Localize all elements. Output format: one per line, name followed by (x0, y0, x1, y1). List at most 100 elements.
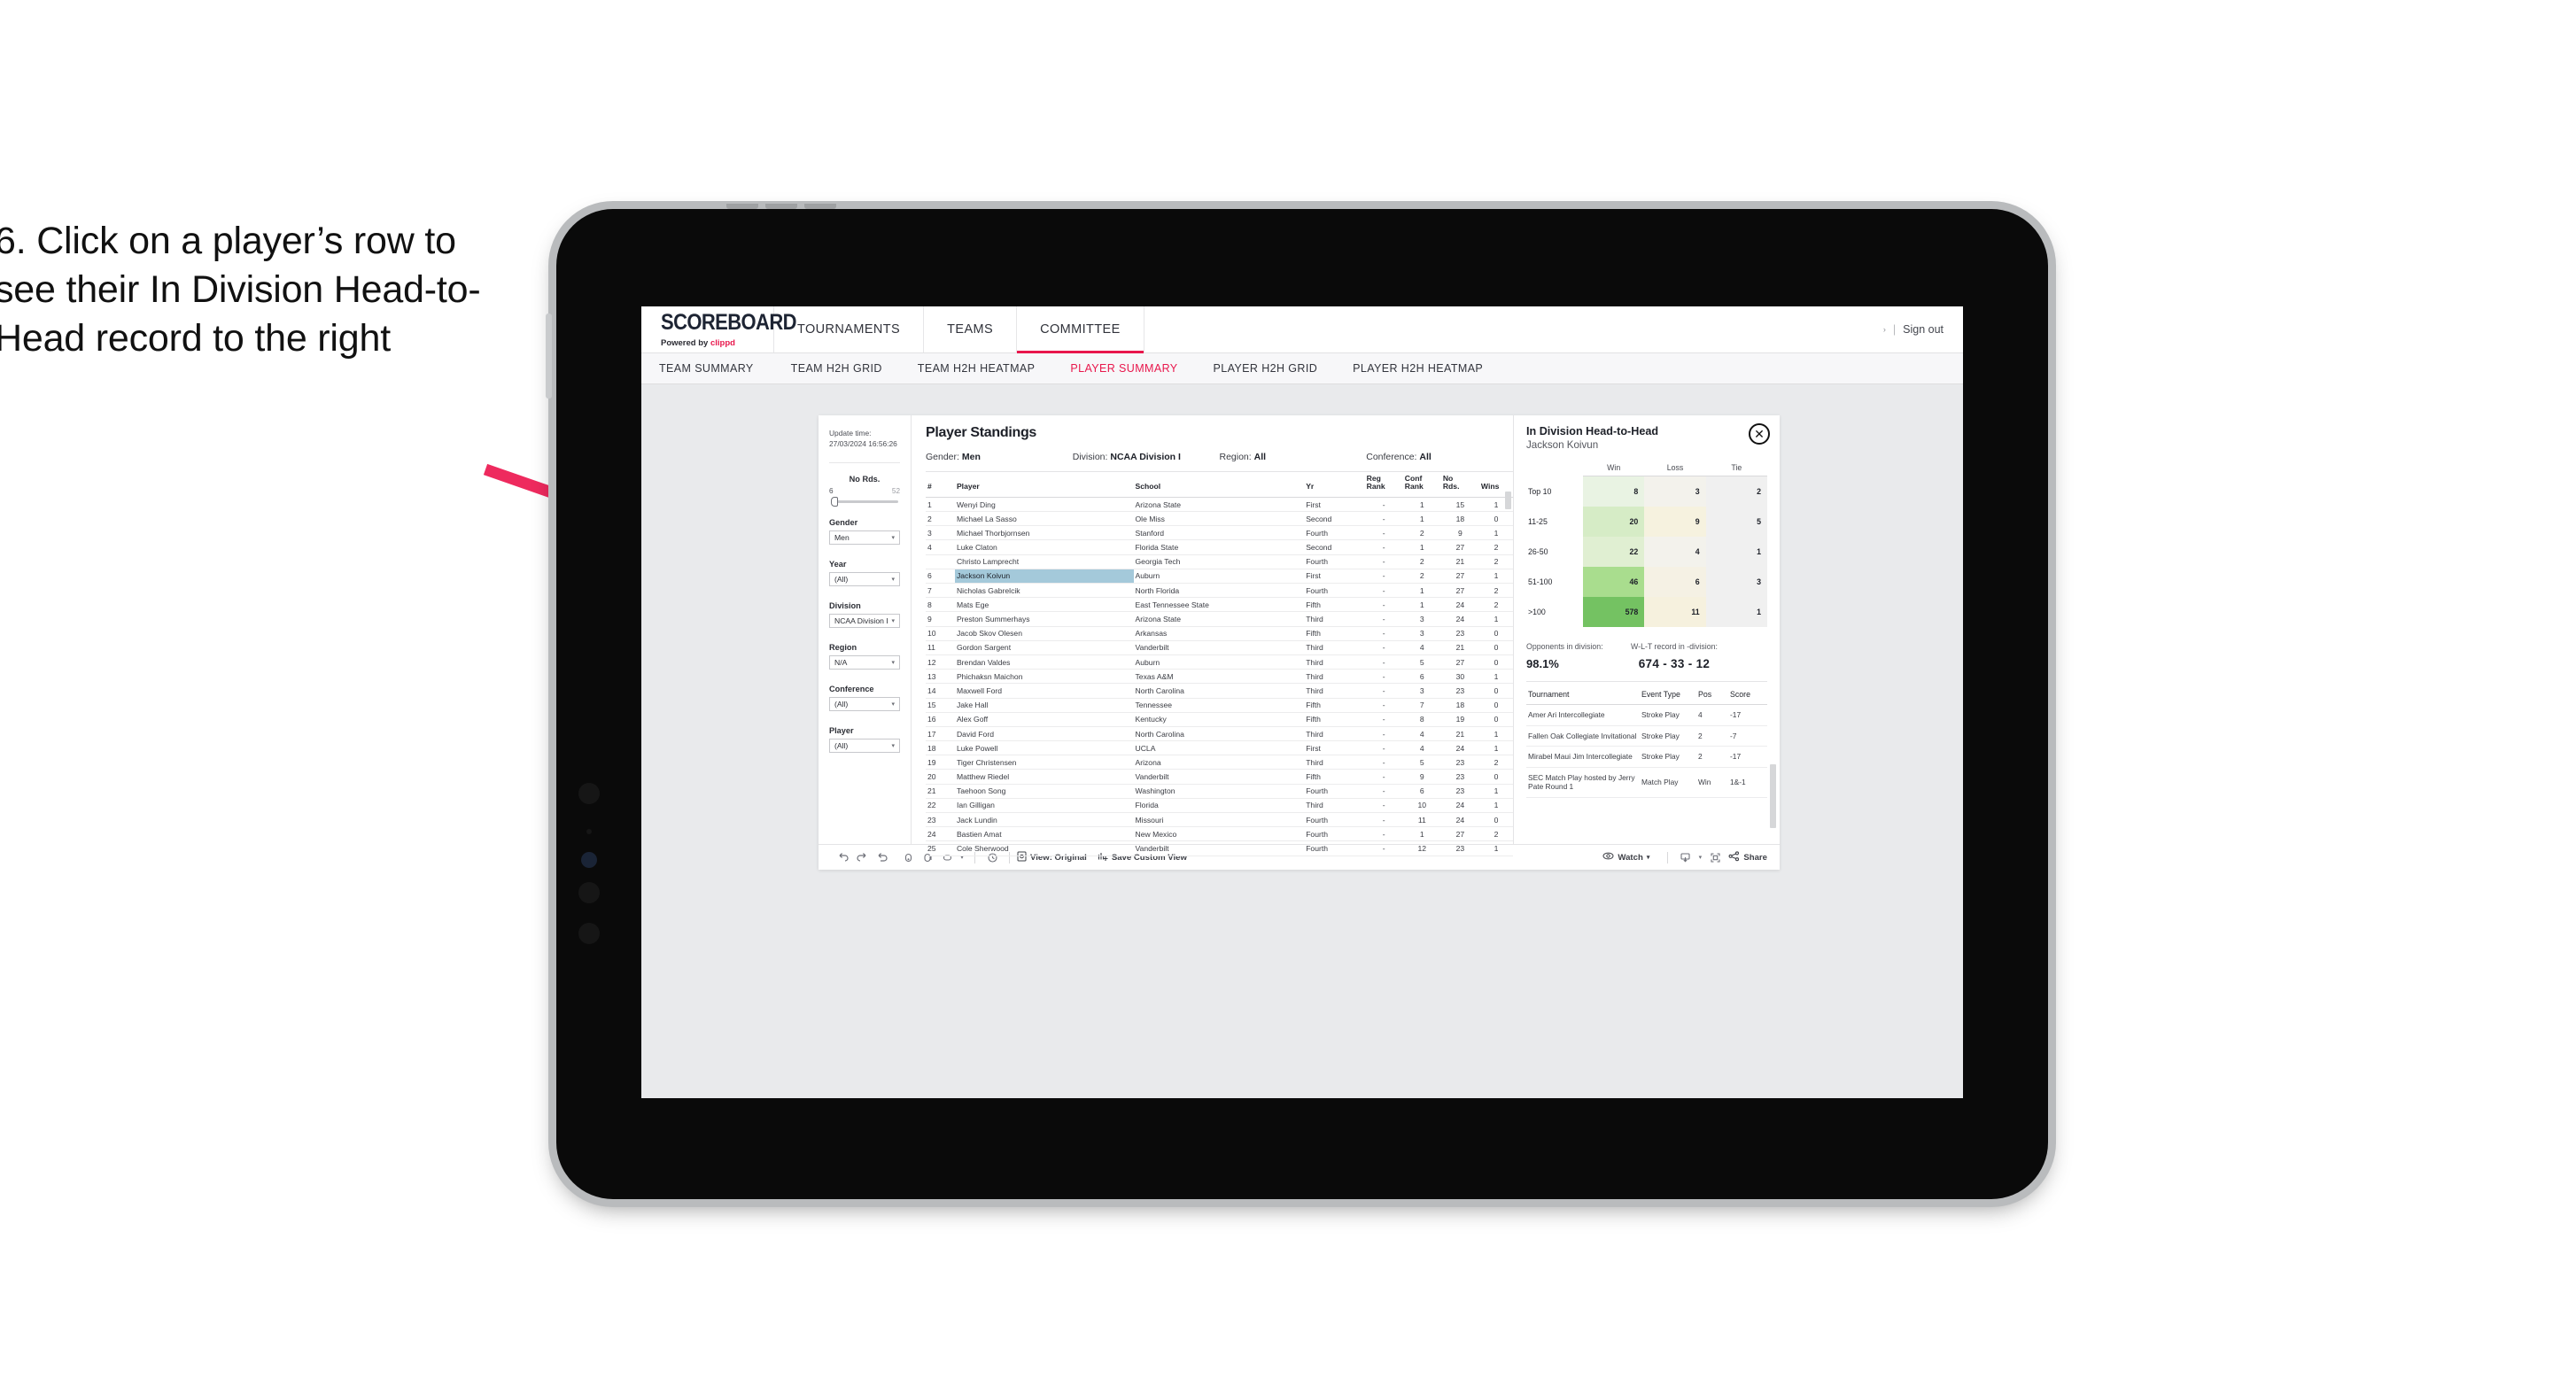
tournament-row[interactable]: Mirabel Maui Jim Intercollegiate Stroke P… (1526, 746, 1767, 768)
h2h-row[interactable]: 51-100 46 6 3 (1526, 567, 1767, 597)
col-event-type[interactable]: Event Type (1640, 688, 1696, 705)
filter-division-select[interactable]: NCAA Division I ▾ (829, 614, 900, 629)
table-row[interactable]: 20 Matthew Riedel Vanderbilt Fifth -9 23 0 (926, 769, 1513, 785)
redo-icon[interactable] (852, 852, 872, 863)
filter-player-select[interactable]: (All) ▾ (829, 739, 900, 754)
table-row[interactable]: 2 Michael La Sasso Ole Miss Second -1 18 0 (926, 511, 1513, 527)
share-button[interactable]: Share (1728, 850, 1767, 864)
table-row[interactable]: 19 Tiger Christensen Arizona Third -5 23 2 (926, 755, 1513, 770)
tournament-row[interactable]: SEC Match Play hosted by Jerry Pate Roun… (1526, 767, 1767, 798)
cell-rank: 16 (926, 712, 955, 727)
cell-yr: Fourth (1304, 826, 1365, 842)
nav-committee[interactable]: COMMITTEE (1017, 306, 1144, 353)
col-player[interactable]: Player (955, 472, 1134, 497)
table-row[interactable]: 22 Ian Gilligan Florida Third -10 24 1 (926, 798, 1513, 814)
tab-player-h2h-grid[interactable]: PLAYER H2H GRID (1196, 362, 1336, 375)
app-logo[interactable]: SCOREBOARD Powered by clippd (641, 306, 797, 352)
chevron-right-icon[interactable]: › (1883, 325, 1886, 334)
filter-year-select[interactable]: (All) ▾ (829, 572, 900, 587)
h2h-col-blank (1526, 462, 1583, 476)
cell-reg-rank: - (1364, 698, 1403, 713)
table-row[interactable]: 13 Phichaksn Maichon Texas A&M Third -6 30 1 (926, 669, 1513, 685)
no-rds-slider[interactable] (831, 497, 898, 507)
filter-conference-select[interactable]: (All) ▾ (829, 697, 900, 712)
h2h-row[interactable]: >100 578 11 1 (1526, 597, 1767, 627)
cell-rank: 24 (926, 826, 955, 842)
cell-rank: 14 (926, 683, 955, 699)
cell-school: Florida State (1133, 539, 1305, 555)
tab-team-h2h-heatmap[interactable]: TEAM H2H HEATMAP (900, 362, 1053, 375)
table-row[interactable]: 4 Luke Claton Florida State Second -1 27 2 (926, 539, 1513, 555)
table-row[interactable]: 9 Preston Summerhays Arizona State Third -3 2… (926, 611, 1513, 627)
table-row[interactable]: 8 Mats Ege East Tennessee State Fifth -1 24 2 (926, 597, 1513, 613)
h2h-row[interactable]: 11-25 20 9 5 (1526, 507, 1767, 537)
table-row[interactable]: 7 Nicholas Gabrelcik North Florida Fourth -1… (926, 583, 1513, 599)
refresh-icon[interactable] (898, 852, 918, 863)
table-row[interactable]: 16 Alex Goff Kentucky Fifth -8 19 0 (926, 712, 1513, 727)
primary-nav: TOURNAMENTS TEAMS COMMITTEE (774, 306, 1144, 353)
fullscreen-icon[interactable] (1705, 852, 1725, 863)
undo-icon[interactable] (833, 852, 852, 863)
table-row[interactable]: 17 David Ford North Carolina Third -4 21 1 (926, 726, 1513, 742)
tournament-scrollbar[interactable] (1770, 764, 1776, 828)
col-conf-rank[interactable]: Conf Rank (1403, 472, 1441, 497)
slider-handle[interactable] (831, 497, 838, 507)
cell-player: Taehoon Song (954, 784, 1134, 799)
filter-region-select[interactable]: N/A ▾ (829, 655, 900, 670)
table-row[interactable]: 14 Maxwell Ford North Carolina Third -3 23 0 (926, 683, 1513, 699)
col-yr[interactable]: Yr (1304, 472, 1364, 497)
cell-yr: Third (1304, 683, 1365, 699)
h2h-row[interactable]: 26-50 22 4 1 (1526, 537, 1767, 567)
col-rank[interactable]: # (926, 472, 955, 497)
cell-player: Nicholas Gabrelcik (954, 583, 1134, 599)
tab-team-h2h-grid[interactable]: TEAM H2H GRID (773, 362, 900, 375)
table-row[interactable]: 6 Jackson Koivun Auburn First -2 27 1 (926, 569, 1513, 585)
col-school[interactable]: School (1134, 472, 1305, 497)
col-tournament[interactable]: Tournament (1526, 688, 1640, 705)
watch-label: Watch (1618, 852, 1643, 863)
table-row[interactable]: 11 Gordon Sargent Vanderbilt Third -4 21 0 (926, 640, 1513, 655)
table-row[interactable]: 21 Taehoon Song Washington Fourth -6 23 1 (926, 784, 1513, 799)
table-row[interactable]: 15 Jake Hall Tennessee Fifth -7 18 0 (926, 698, 1513, 713)
revert-icon[interactable] (872, 852, 891, 863)
table-row[interactable]: 25 Cole Sherwood Vanderbilt Fourth -12 23 1 (926, 840, 1513, 856)
table-row[interactable]: 24 Bastien Amat New Mexico Fourth -1 27 2 (926, 826, 1513, 842)
nav-teams[interactable]: TEAMS (924, 306, 1018, 352)
cell-score: 1&-1 (1728, 767, 1767, 798)
close-icon[interactable]: ✕ (1749, 423, 1770, 445)
cell-school: Washington (1133, 784, 1305, 799)
sign-out-link[interactable]: Sign out (1903, 323, 1944, 336)
table-row[interactable]: 23 Jack Lundin Missouri Fourth -11 24 0 (926, 812, 1513, 828)
tab-team-summary[interactable]: TEAM SUMMARY (659, 362, 773, 375)
cell-conf-rank: 3 (1402, 626, 1441, 641)
col-score[interactable]: Score (1728, 688, 1767, 705)
table-row[interactable]: 10 Jacob Skov Olesen Arkansas Fifth -3 23 0 (926, 626, 1513, 641)
table-row[interactable]: 3 Michael Thorbjornsen Stanford Fourth -2 9 1 (926, 525, 1513, 541)
col-pos[interactable]: Pos (1696, 688, 1728, 705)
download-icon[interactable] (1675, 852, 1695, 863)
tournament-row[interactable]: Amer Ari Intercollegiate Stroke Play 4 -17 (1526, 704, 1767, 726)
filter-gender-value: Men (834, 533, 850, 543)
cell-player: Phichaksn Maichon (954, 669, 1134, 685)
col-reg-rank[interactable]: Reg Rank (1365, 472, 1403, 497)
tab-player-summary[interactable]: PLAYER SUMMARY (1052, 362, 1195, 375)
table-row[interactable]: 18 Luke Powell UCLA First -4 24 1 (926, 740, 1513, 756)
table-row[interactable]: 12 Brendan Valdes Auburn Third -5 27 0 (926, 654, 1513, 670)
h2h-row[interactable]: Top 10 8 3 2 (1526, 476, 1767, 507)
download-caret-icon[interactable]: ▾ (1695, 854, 1705, 861)
cell-rank: 2 (926, 511, 955, 527)
cell-player: David Ford (954, 726, 1134, 742)
tab-player-h2h-heatmap[interactable]: PLAYER H2H HEATMAP (1335, 362, 1501, 375)
table-row[interactable]: Christo Lamprecht Georgia Tech Fourth -2 21 2 (926, 554, 1513, 569)
watch-button[interactable]: Watch ▾ (1602, 851, 1649, 863)
cell-school: Vanderbilt (1133, 640, 1305, 655)
table-vertical-scrollbar[interactable] (1505, 492, 1511, 509)
col-no-rds[interactable]: No Rds. (1441, 472, 1479, 497)
cell-reg-rank: - (1364, 539, 1403, 555)
cell-tournament-name: Amer Ari Intercollegiate (1526, 704, 1640, 726)
table-row[interactable]: 1 Wenyi Ding Arizona State First -1 15 1 (926, 497, 1513, 513)
nav-tournaments[interactable]: TOURNAMENTS (774, 306, 925, 352)
filter-gender-select[interactable]: Men ▾ (829, 530, 900, 546)
tournament-row[interactable]: Fallen Oak Collegiate Invitational Stroke… (1526, 725, 1767, 747)
cell-yr: Fourth (1304, 840, 1365, 856)
